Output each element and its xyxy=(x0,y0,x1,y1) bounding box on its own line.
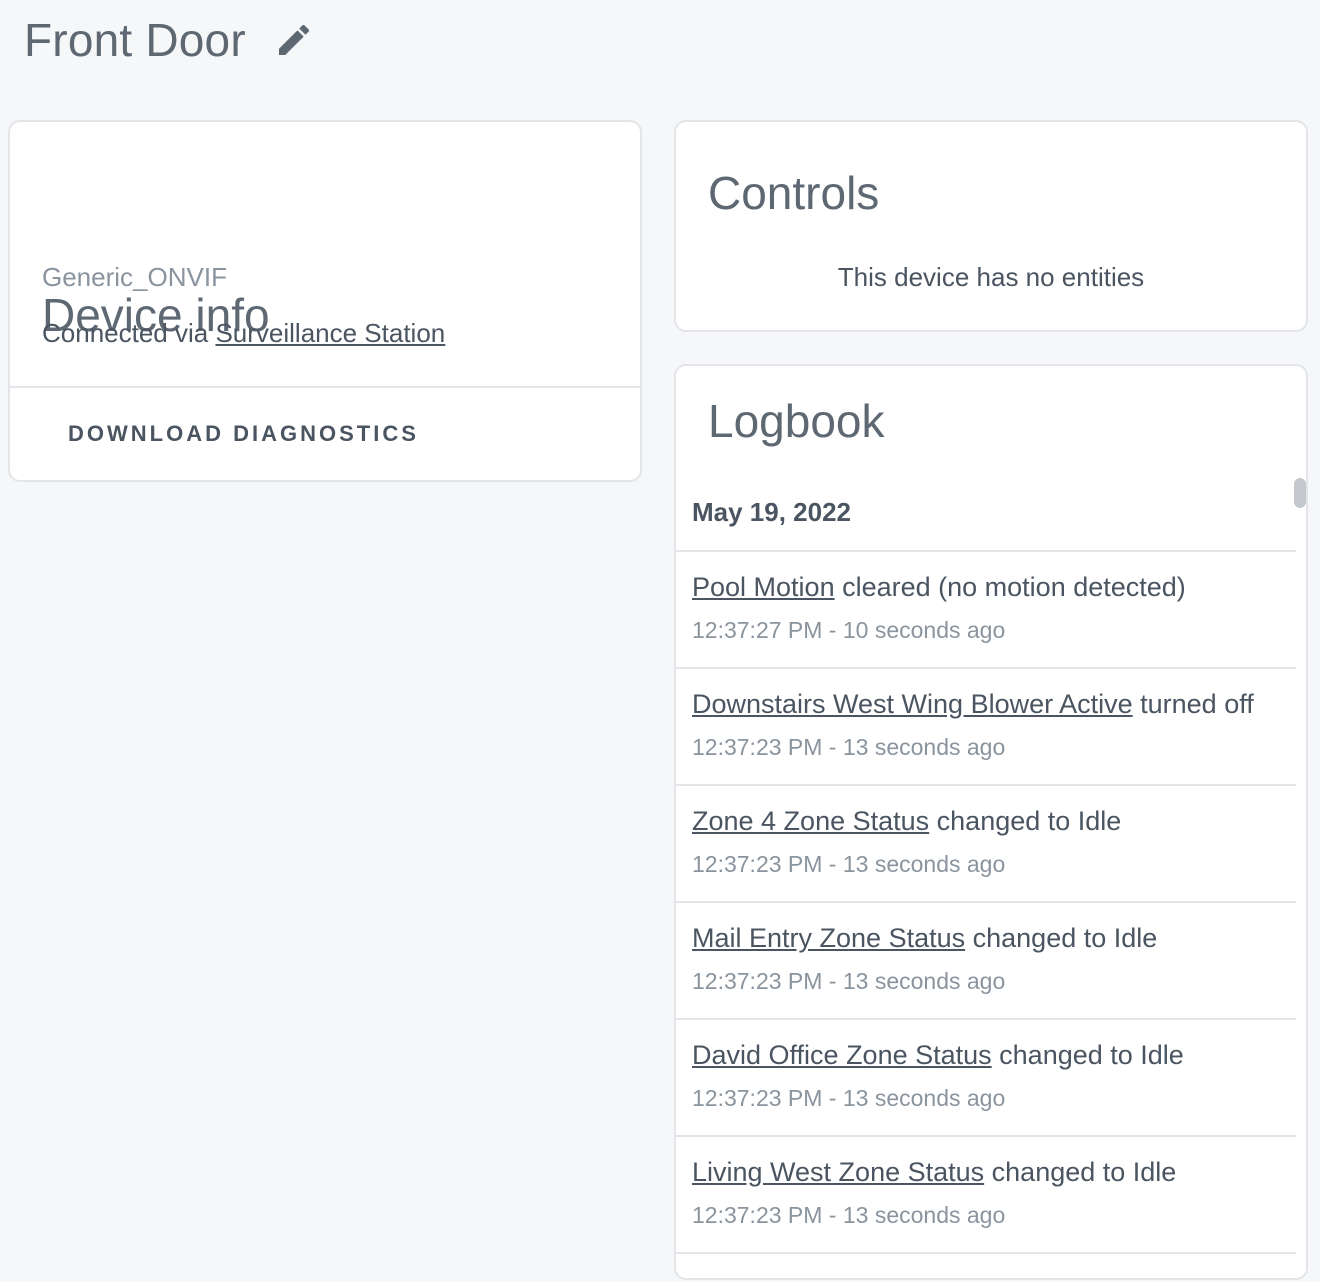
edit-button[interactable] xyxy=(272,18,316,62)
entity-link[interactable]: Pool Motion xyxy=(692,572,835,602)
logbook-entry: Pool Motion cleared (no motion detected)… xyxy=(676,552,1296,669)
entity-link[interactable]: David Office Zone Status xyxy=(692,1040,992,1070)
connected-via-label: Connected via xyxy=(42,318,216,348)
entry-action: changed to Idle xyxy=(929,806,1122,836)
entry-action: changed to Idle xyxy=(991,1040,1184,1070)
logbook-entry: Zone 4 Zone Status changed to Idle 12:37… xyxy=(676,786,1296,903)
entry-action: changed to Idle xyxy=(984,1157,1177,1187)
no-entities-text: This device has no entities xyxy=(837,262,1145,292)
logbook-date: May 19, 2022 xyxy=(676,474,1296,552)
entity-link[interactable]: Zone 4 Zone Status xyxy=(692,806,929,836)
logbook-entry: Downstairs West Wing Blower Active turne… xyxy=(676,669,1296,786)
entry-action: turned off xyxy=(1132,689,1254,719)
entry-action: changed to Idle xyxy=(965,923,1158,953)
logbook-card: Logbook May 19, 2022 Pool Motion cleared… xyxy=(674,364,1308,1280)
logbook-scrollbar-thumb[interactable] xyxy=(1294,478,1306,508)
entry-time: 12:37:27 PM - 10 seconds ago xyxy=(692,617,1006,643)
device-model: Generic_ONVIF xyxy=(42,262,227,292)
page-header: Front Door xyxy=(24,12,316,68)
logbook-title: Logbook xyxy=(708,395,885,447)
surveillance-station-link[interactable]: Surveillance Station xyxy=(215,318,445,348)
entry-time: 12:37:23 PM - 13 seconds ago xyxy=(692,851,1006,877)
device-info-card: Device info Generic_ONVIF Connected via … xyxy=(8,120,642,482)
entry-action: cleared (no motion detected) xyxy=(834,572,1186,602)
entity-link[interactable]: Living West Zone Status xyxy=(692,1157,984,1187)
entry-time: 12:37:23 PM - 13 seconds ago xyxy=(692,1202,1006,1228)
logbook-entry: Mail Entry Zone Status changed to Idle 1… xyxy=(676,903,1296,1020)
logbook-list[interactable]: May 19, 2022 Pool Motion cleared (no mot… xyxy=(676,474,1296,1278)
download-diagnostics-button[interactable]: DOWNLOAD DIAGNOSTICS xyxy=(50,410,437,458)
entity-link[interactable]: Mail Entry Zone Status xyxy=(692,923,965,953)
card-divider xyxy=(10,386,640,388)
logbook-entry: Living West Zone Status changed to Idle … xyxy=(676,1137,1296,1254)
entry-time: 12:37:23 PM - 13 seconds ago xyxy=(692,968,1006,994)
connected-via: Connected via Surveillance Station xyxy=(42,318,445,349)
logbook-entry: David Office Zone Status changed to Idle… xyxy=(676,1020,1296,1137)
entity-link[interactable]: Downstairs West Wing Blower Active xyxy=(692,689,1133,719)
pencil-icon xyxy=(278,24,309,55)
controls-card: Controls This device has no entities xyxy=(674,120,1308,332)
entry-time: 12:37:23 PM - 13 seconds ago xyxy=(692,1085,1006,1111)
entry-time: 12:37:23 PM - 13 seconds ago xyxy=(692,734,1006,760)
controls-title: Controls xyxy=(708,167,880,219)
page-title: Front Door xyxy=(24,14,246,66)
